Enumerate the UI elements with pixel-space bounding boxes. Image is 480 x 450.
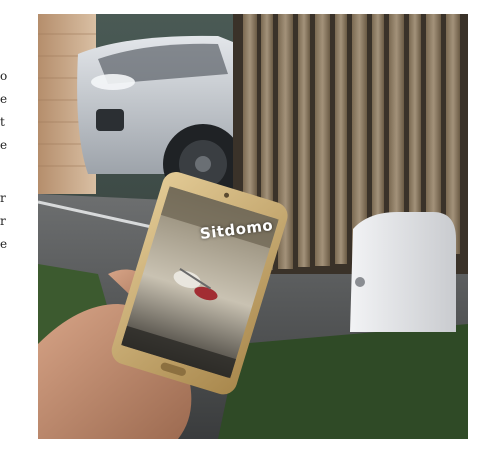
product-photo: Sitdomo	[38, 14, 468, 439]
side-text-glyph: e	[0, 138, 8, 152]
side-text-glyph: o	[0, 69, 8, 83]
gate-motor-housing	[350, 212, 456, 332]
side-text-glyph: t	[0, 115, 5, 129]
side-text-glyph: e	[0, 237, 8, 251]
side-text-glyph: r	[0, 214, 6, 228]
cropped-side-text: o e t e r r e	[0, 70, 12, 250]
side-text-glyph: r	[0, 191, 6, 205]
side-text-glyph: e	[0, 92, 8, 106]
